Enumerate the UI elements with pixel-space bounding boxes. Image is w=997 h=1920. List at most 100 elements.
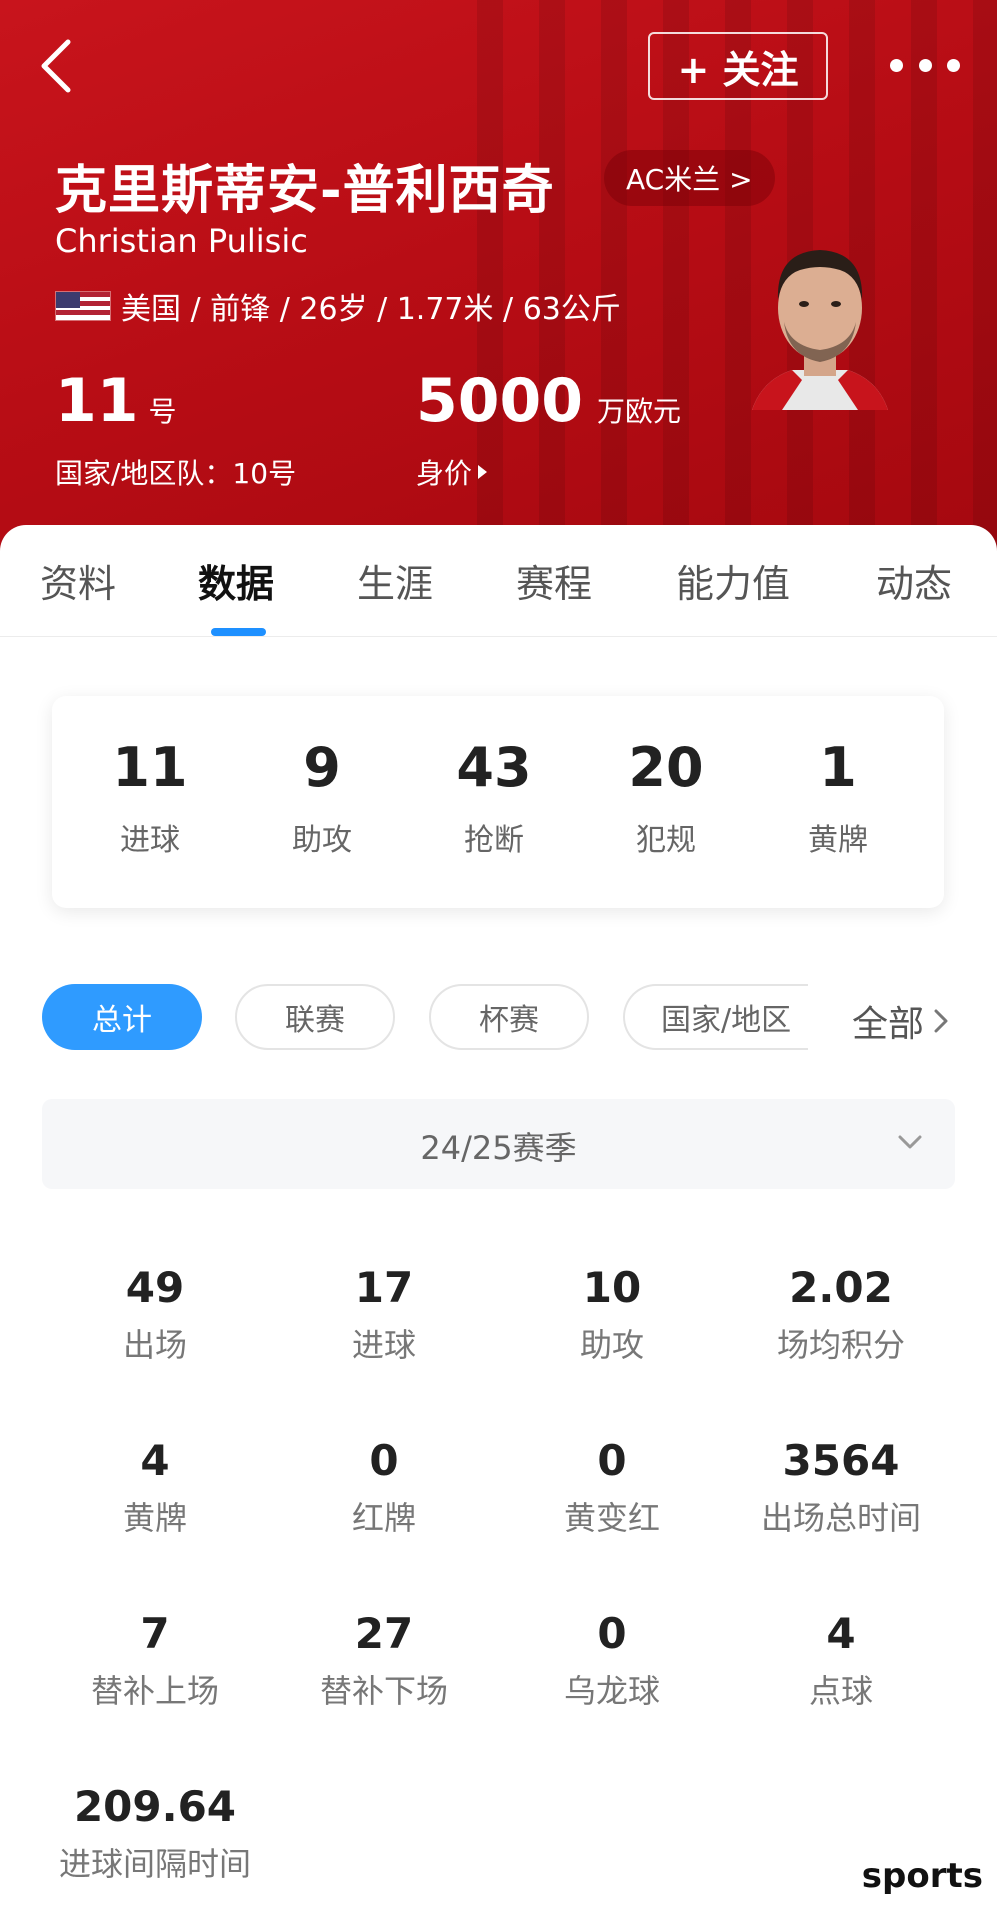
jersey-number-unit: 号 [148,395,177,428]
stat-value: 209.64 [73,1782,237,1831]
player-info-line: 美国 / 前锋 / 26岁 / 1.77米 / 63公斤 [55,284,621,328]
stat-item: 10 助攻 [502,1263,722,1366]
stat-value: 2.02 [789,1263,893,1312]
more-options-button[interactable] [890,48,960,82]
summary-value: 43 [456,736,532,799]
season-selector[interactable]: 24/25赛季 [42,1099,955,1189]
summary-item: 20 犯规 [586,736,746,859]
stat-item: 0 乌龙球 [502,1609,722,1712]
stat-value: 10 [582,1263,642,1312]
stat-label: 替补下场 [319,1672,448,1710]
stat-label: 出场 [122,1326,187,1364]
jersey-number: 11 号 [55,366,177,436]
filter-total[interactable]: 总计 [42,984,202,1050]
stat-value: 17 [354,1263,414,1312]
stat-label: 场均积分 [776,1326,905,1364]
stat-label: 替补上场 [90,1672,219,1710]
stat-item: 4 黄牌 [45,1436,265,1539]
summary-label: 犯规 [636,823,696,858]
summary-label: 进球 [120,823,180,858]
filter-league[interactable]: 联赛 [235,984,395,1050]
player-avatar [742,230,898,410]
stat-item: 4 点球 [731,1609,951,1712]
player-name-english: Christian Pulisic [55,222,308,260]
market-value-amount: 5000 [416,366,583,436]
tab-career[interactable]: 生涯 [357,553,433,608]
summary-value: 20 [628,736,704,799]
stat-item: 2.02 场均积分 [731,1263,951,1366]
club-link[interactable]: AC米兰 > [604,150,775,206]
stat-item: 49 出场 [45,1263,265,1366]
jersey-number-value: 11 [55,366,139,436]
national-team-number: 国家/地区队：10号 [55,457,297,490]
summary-value: 1 [819,736,857,799]
back-button[interactable] [32,36,82,96]
stat-value: 0 [597,1436,627,1485]
stat-value: 3564 [782,1436,900,1485]
market-value: 5000 万欧元 [416,366,681,436]
stat-value: 0 [369,1436,399,1485]
stat-label: 黄变红 [563,1499,660,1537]
stat-item: 17 进球 [274,1263,494,1366]
summary-label: 黄牌 [808,823,868,858]
stat-value: 4 [826,1609,856,1658]
summary-label: 助攻 [292,823,352,858]
stat-value: 49 [125,1263,185,1312]
usa-flag-icon [55,291,111,321]
dot-icon [918,58,932,72]
player-info-text: 美国 / 前锋 / 26岁 / 1.77米 / 63公斤 [121,292,621,327]
back-arrow-icon [41,39,71,93]
summary-card: 11 进球 9 助攻 43 抢断 20 犯规 1 黄牌 [52,696,944,908]
stat-label: 点球 [808,1672,873,1710]
stat-item: 7 替补上场 [45,1609,265,1712]
filter-cup[interactable]: 杯赛 [429,984,589,1050]
tab-schedule[interactable]: 赛程 [516,553,592,608]
tab-ability[interactable]: 能力值 [676,553,790,608]
summary-item: 9 助攻 [242,736,402,859]
summary-value: 11 [112,736,188,799]
season-label: 24/25赛季 [420,1129,577,1167]
stat-item: 0 黄变红 [502,1436,722,1539]
market-value-label: 身价 [416,457,473,490]
tab-profile[interactable]: 资料 [40,553,116,608]
stat-label: 出场总时间 [760,1499,921,1537]
stat-value: 4 [140,1436,170,1485]
dot-icon [890,58,903,72]
stat-label: 黄牌 [122,1499,187,1537]
stat-label: 助攻 [579,1326,644,1364]
summary-label: 抢断 [464,823,524,858]
tab-data[interactable]: 数据 [198,553,274,608]
chevron-right-icon [934,1009,948,1033]
stat-value: 0 [597,1609,627,1658]
follow-button[interactable]: + 关注 [648,32,828,100]
filter-national-team[interactable]: 国家/地区 [623,984,808,1050]
stat-label: 进球间隔时间 [58,1845,251,1883]
stat-item: 3564 出场总时间 [731,1436,951,1539]
caret-right-icon [478,465,488,479]
stat-label: 红牌 [351,1499,416,1537]
stat-label: 进球 [351,1326,416,1364]
content-panel: 资料 数据 生涯 赛程 能力值 动态 11 进球 9 助攻 43 抢断 20 犯… [0,525,997,1920]
summary-item: 1 黄牌 [758,736,918,859]
stat-item: 27 替补下场 [274,1609,494,1712]
player-header: + 关注 克里斯蒂安-普利西奇 AC米兰 > Christian Pulisic… [0,0,997,560]
summary-item: 11 进球 [70,736,230,859]
summary-item: 43 抢断 [414,736,574,859]
summary-value: 9 [303,736,341,799]
club-name: AC米兰 > [626,163,753,196]
dot-icon [947,58,960,72]
active-tab-indicator [211,628,266,636]
tab-news[interactable]: 动态 [876,553,952,608]
chevron-down-icon [898,1135,922,1149]
filter-all-label: 全部 [852,1004,925,1045]
stat-value: 7 [140,1609,170,1658]
stat-label: 乌龙球 [563,1672,660,1710]
market-value-link[interactable]: 身价 [416,452,488,492]
filter-all-button[interactable]: 全部 [852,995,950,1047]
tab-bar: 资料 数据 生涯 赛程 能力值 动态 [0,525,997,637]
stat-item: 0 红牌 [274,1436,494,1539]
stat-item: 209.64 进球间隔时间 [45,1782,265,1885]
market-value-unit: 万欧元 [597,395,682,428]
stat-value: 27 [354,1609,414,1658]
watermark-text: sports [861,1856,983,1896]
